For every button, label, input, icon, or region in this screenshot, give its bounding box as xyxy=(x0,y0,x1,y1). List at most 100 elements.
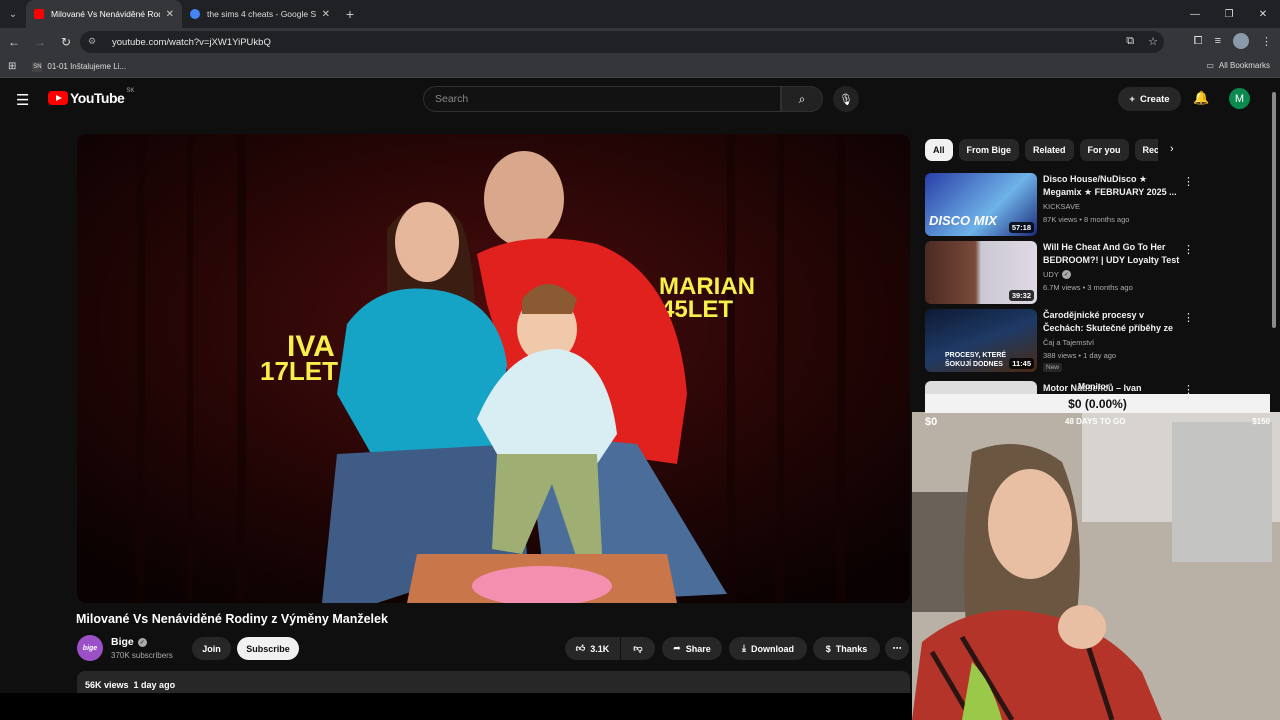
channel-avatar[interactable]: bige xyxy=(77,635,103,661)
video-thumbnail[interactable]: PROCESY, KTERÉ ŠOKUJÍ DODNES 11:45 xyxy=(925,309,1037,372)
tab-youtube[interactable]: Milované Vs Nenáviděné Rodiny ✕ xyxy=(26,0,182,28)
dislike-button[interactable]: 👎︎ xyxy=(621,637,655,660)
voice-search-button[interactable]: 🎙 xyxy=(833,86,859,112)
search-input[interactable]: Search xyxy=(423,86,781,112)
recommendation-meta: 87K views • 8 months ago xyxy=(1043,215,1130,224)
page-scrollbar[interactable] xyxy=(1272,92,1276,328)
recommendation-item[interactable]: 39:32 Will He Cheat And Go To Her BEDROO… xyxy=(925,241,1270,305)
bottom-black-band xyxy=(0,693,912,720)
like-button[interactable]: 👍︎ 3.1K xyxy=(565,637,620,660)
goal-days-left: 48 DAYS TO GO xyxy=(1065,417,1126,426)
close-tab-icon[interactable]: ✕ xyxy=(322,9,330,20)
bookmark-star-icon[interactable]: ☆ xyxy=(1148,35,1158,48)
site-info-icon[interactable]: ⚙ xyxy=(88,36,100,48)
description-box[interactable]: 56K views 1 day ago xyxy=(77,671,910,693)
share-label: Share xyxy=(685,643,711,654)
tab-google[interactable]: the sims 4 cheats - Google Sear ✕ xyxy=(182,0,338,28)
browser-menu-icon[interactable]: ⋮ xyxy=(1261,35,1272,48)
thumbnail-text-right-2: 45LET xyxy=(661,296,733,323)
apps-grid-icon[interactable]: ⊞ xyxy=(8,61,16,72)
download-button[interactable]: ⤓ Download xyxy=(729,637,807,660)
recommendation-title[interactable]: Čarodějnické procesy v Čechách: Skutečné… xyxy=(1043,309,1181,336)
youtube-header: ☰ YouTube SK Search ⌕ 🎙 + Create 🔔 M xyxy=(0,78,1280,120)
thumbnail-caption: DISCO MIX xyxy=(929,213,997,228)
recommendation-channel[interactable]: Čaj a Tajemství xyxy=(1043,338,1094,347)
youtube-play-icon xyxy=(48,91,68,105)
join-button[interactable]: Join xyxy=(192,637,231,660)
media-controls-icon[interactable]: ≡ xyxy=(1215,35,1221,47)
reload-icon[interactable]: ↻ xyxy=(54,30,78,54)
account-avatar[interactable]: M xyxy=(1229,88,1250,109)
video-title: Milované Vs Nenáviděné Rodiny z Výměny M… xyxy=(76,612,388,626)
recommendation-title[interactable]: Disco House/NuDisco ★ Megamix ★ FEBRUARY… xyxy=(1043,173,1181,199)
tab-search-dropdown-icon[interactable]: ⌄ xyxy=(0,0,26,28)
chip-for-you[interactable]: For you xyxy=(1079,139,1129,161)
bookmark-label: 01-01 Inštalujeme Li... xyxy=(47,62,127,71)
recommendation-item[interactable]: DISCO MIX 57:18 Disco House/NuDisco ★ Me… xyxy=(925,173,1270,237)
create-button[interactable]: + Create xyxy=(1118,87,1181,111)
download-icon: ⤓ xyxy=(742,643,746,653)
restore-icon[interactable]: ❐ xyxy=(1212,0,1246,28)
new-tab-button[interactable]: + xyxy=(338,6,362,22)
search-button[interactable]: ⌕ xyxy=(781,86,823,112)
create-label: Create xyxy=(1139,93,1170,105)
close-tab-icon[interactable]: ✕ xyxy=(166,9,174,20)
chip-related[interactable]: Related xyxy=(1025,139,1074,161)
chip-all[interactable]: All xyxy=(925,139,953,161)
recommendation-channel[interactable]: UDY ✓ xyxy=(1043,270,1071,279)
thumbs-up-icon: 👍︎ xyxy=(575,643,586,653)
more-vertical-icon[interactable]: ⋮ xyxy=(1183,383,1194,394)
microphone-icon: 🎙 xyxy=(839,93,853,106)
bookmark-item[interactable]: SN 01-01 Inštalujeme Li... xyxy=(32,61,127,72)
more-vertical-icon[interactable]: ⋮ xyxy=(1183,175,1194,188)
verified-check-icon: ✓ xyxy=(1061,270,1071,279)
google-favicon-icon xyxy=(190,9,200,19)
youtube-logo[interactable]: YouTube SK xyxy=(48,88,134,106)
video-thumbnail[interactable] xyxy=(925,381,1037,394)
more-actions-button[interactable]: ⋯ xyxy=(885,637,909,660)
channel-name[interactable]: Bige ✓ xyxy=(111,636,147,648)
more-vertical-icon[interactable]: ⋮ xyxy=(1183,311,1194,324)
bookmark-favicon-icon: SN xyxy=(32,61,43,72)
more-horizontal-icon: ⋯ xyxy=(892,643,902,653)
download-label: Download xyxy=(750,643,794,654)
extensions-icon[interactable]: ⧠ xyxy=(1194,35,1203,48)
tab-title: the sims 4 cheats - Google Sear xyxy=(207,9,316,19)
install-app-icon[interactable]: ⧉ xyxy=(1126,35,1134,48)
share-button[interactable]: ➦ Share xyxy=(662,637,722,660)
recommendation-meta: 388 views • 1 day ago xyxy=(1043,351,1117,360)
video-duration: 39:32 xyxy=(1008,290,1034,301)
share-arrow-icon: ➦ xyxy=(673,643,681,653)
chip-recently-uploaded[interactable]: Recently uploaded xyxy=(1134,139,1158,161)
video-duration: 11:45 xyxy=(1009,358,1034,369)
profile-avatar[interactable] xyxy=(1233,33,1249,49)
all-bookmarks[interactable]: ▭ All Bookmarks xyxy=(1206,61,1270,70)
subscribe-button[interactable]: Subscribe xyxy=(237,637,299,660)
video-player[interactable]: IVA 17LET MARIAN 45LET xyxy=(77,134,910,603)
minimize-icon[interactable]: — xyxy=(1178,0,1212,28)
browser-tab-bar: ⌄ Milované Vs Nenáviděné Rodiny ✕ the si… xyxy=(0,0,1280,28)
search-icon: ⌕ xyxy=(798,91,806,106)
close-window-icon[interactable]: ✕ xyxy=(1246,0,1280,28)
recommendation-channel[interactable]: KICKSAVE xyxy=(1043,202,1080,211)
chevron-right-icon[interactable]: › xyxy=(1170,143,1174,155)
webcam-frame xyxy=(912,412,1280,720)
more-vertical-icon[interactable]: ⋮ xyxy=(1183,243,1194,256)
recommendation-title[interactable]: Will He Cheat And Go To Her BEDROOM?! | … xyxy=(1043,241,1181,267)
recommendation-item[interactable]: PROCESY, KTERÉ ŠOKUJÍ DODNES 11:45 Čarod… xyxy=(925,309,1270,373)
goal-start: $0 xyxy=(925,416,938,428)
back-arrow-icon[interactable]: ← xyxy=(2,30,26,54)
video-thumbnail[interactable]: 39:32 xyxy=(925,241,1037,304)
plus-icon: + xyxy=(1129,93,1135,105)
chip-from-bige[interactable]: From Bige xyxy=(958,139,1020,161)
hamburger-menu-icon[interactable]: ☰ xyxy=(16,91,29,109)
recommendation-title[interactable]: Motor Nadšenců – Ivan xyxy=(1043,382,1181,394)
thanks-button[interactable]: $ Thanks xyxy=(813,637,880,660)
video-thumbnail[interactable]: DISCO MIX 57:18 xyxy=(925,173,1037,236)
all-bookmarks-label: All Bookmarks xyxy=(1218,61,1270,70)
notifications-bell-icon[interactable]: 🔔 xyxy=(1193,90,1209,106)
address-bar[interactable]: ⚙ youtube.com/watch?v=jXW1YiPUkbQ xyxy=(80,31,1164,53)
channel-name-text: Bige xyxy=(111,636,134,648)
forward-arrow-icon[interactable]: → xyxy=(28,30,52,54)
url-text: youtube.com/watch?v=jXW1YiPUkbQ xyxy=(112,36,271,48)
